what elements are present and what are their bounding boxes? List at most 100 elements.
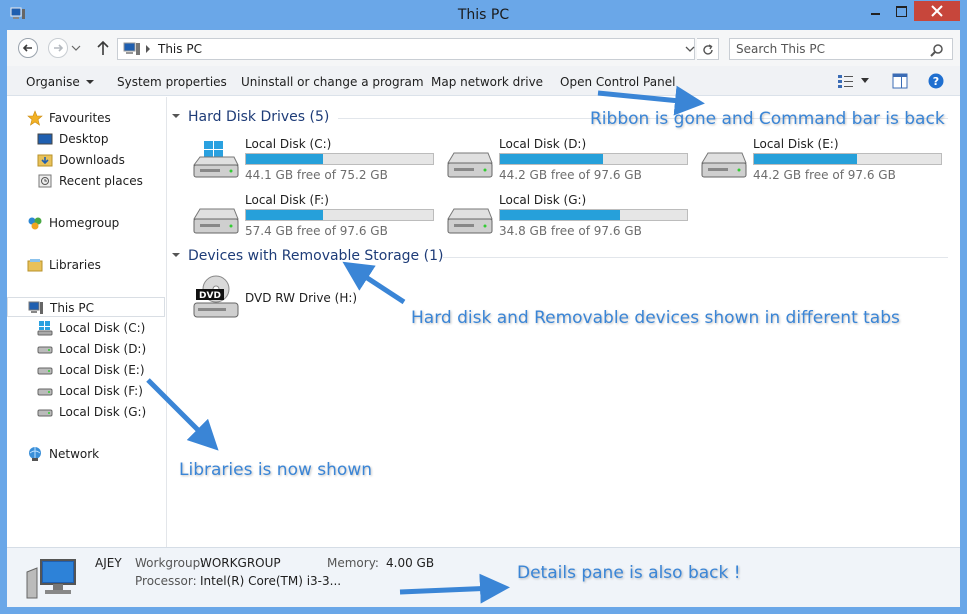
forward-button[interactable]: [48, 38, 68, 58]
forward-arrow-icon: [54, 44, 64, 52]
group-header-removable-storage[interactable]: Devices with Removable Storage (1): [172, 248, 443, 268]
annotation-details: Details pane is also back !: [517, 563, 741, 583]
help-icon[interactable]: ?: [928, 73, 944, 89]
drive-item[interactable]: Local Disk (D:) 44.2 GB free of 97.6 GB: [446, 137, 696, 185]
annotation-libraries: Libraries is now shown: [179, 460, 373, 480]
nav-local-disk-c[interactable]: Local Disk (C:): [7, 318, 165, 338]
title-bar[interactable]: This PC: [0, 0, 967, 30]
drive-free-space: 57.4 GB free of 97.6 GB: [245, 224, 388, 238]
drive-usage-fill: [246, 154, 323, 164]
nav-favourites[interactable]: Favourites: [7, 108, 165, 128]
computer-icon: [123, 42, 140, 55]
drive-usage-fill: [754, 154, 857, 164]
details-pane: AJEY Workgroup: WORKGROUP Memory: 4.00 G…: [7, 547, 960, 607]
workgroup-value: WORKGROUP: [200, 556, 281, 570]
group-divider: [443, 257, 948, 258]
back-arrow-icon: [22, 44, 32, 52]
nav-libraries[interactable]: Libraries: [7, 255, 165, 275]
workgroup-label: Workgroup:: [135, 556, 205, 570]
drive-free-space: 44.2 GB free of 97.6 GB: [499, 168, 642, 182]
collapse-chevron-icon: [172, 114, 180, 118]
drive-item[interactable]: Local Disk (C:) 44.1 GB free of 75.2 GB: [192, 137, 442, 185]
drive-item[interactable]: Local Disk (G:) 34.8 GB free of 97.6 GB: [446, 193, 696, 241]
nav-this-pc[interactable]: This PC: [7, 297, 165, 317]
star-icon: [27, 110, 43, 126]
nav-local-disk-f[interactable]: Local Disk (F:): [7, 381, 165, 401]
drive-item[interactable]: Local Disk (E:) 44.2 GB free of 97.6 GB: [700, 137, 950, 185]
dvd-icon-label: DVD: [199, 291, 221, 301]
drive-usage-fill: [500, 154, 603, 164]
hard-drive-icon: [447, 208, 493, 234]
collapse-chevron-icon: [172, 253, 180, 257]
annotation-ribbon: Ribbon is gone and Command bar is back: [590, 109, 945, 129]
drive-free-space: 44.1 GB free of 75.2 GB: [245, 168, 388, 182]
recent-locations-chevron-down-icon[interactable]: [71, 43, 81, 53]
nav-homegroup[interactable]: Homegroup: [7, 213, 165, 233]
drive-usage-bar: [245, 209, 434, 221]
drive-usage-bar: [499, 209, 688, 221]
command-bar: Organise System properties Uninstall or …: [7, 66, 960, 96]
computer-icon: [26, 559, 76, 599]
minimize-button[interactable]: [862, 1, 888, 21]
refresh-icon: [703, 44, 713, 55]
organise-button[interactable]: Organise: [26, 75, 94, 89]
system-properties-button[interactable]: System properties: [117, 75, 227, 89]
libraries-icon: [27, 259, 43, 272]
drive-name: Local Disk (C:): [245, 137, 332, 151]
maximize-button[interactable]: [888, 1, 914, 21]
uninstall-program-button[interactable]: Uninstall or change a program: [241, 75, 424, 89]
drive-item[interactable]: Local Disk (F:) 57.4 GB free of 97.6 GB: [192, 193, 442, 241]
drive-usage-bar: [245, 153, 434, 165]
drive-free-space: 44.2 GB free of 97.6 GB: [753, 168, 896, 182]
this-pc-icon: [28, 301, 43, 314]
change-view-icon[interactable]: [837, 73, 855, 89]
hard-drive-icon: [37, 367, 53, 375]
map-network-drive-button[interactable]: Map network drive: [431, 75, 543, 89]
search-input[interactable]: [736, 41, 926, 57]
close-icon: [931, 5, 943, 17]
nav-local-disk-e[interactable]: Local Disk (E:): [7, 360, 165, 380]
search-box[interactable]: [729, 38, 953, 60]
processor-label: Processor:: [135, 574, 197, 588]
view-options-chevron-down-icon[interactable]: [861, 78, 869, 84]
organise-chevron-down-icon: [85, 80, 94, 84]
nav-local-disk-g[interactable]: Local Disk (G:): [7, 402, 165, 422]
annotation-tabs: Hard disk and Removable devices shown in…: [411, 308, 900, 328]
address-history-chevron-down-icon[interactable]: [685, 44, 695, 54]
system-drive-icon: [193, 141, 239, 178]
drive-name: Local Disk (G:): [499, 193, 587, 207]
address-bar[interactable]: This PC: [117, 38, 695, 60]
close-button[interactable]: [914, 1, 960, 21]
recent-places-icon: [38, 174, 52, 188]
drive-usage-fill: [500, 210, 620, 220]
back-button[interactable]: [18, 38, 38, 58]
hard-drive-icon: [37, 346, 53, 354]
search-icon[interactable]: [930, 43, 944, 57]
svg-text:?: ?: [933, 75, 939, 88]
nav-desktop[interactable]: Desktop: [7, 129, 165, 149]
up-arrow-icon[interactable]: [96, 40, 110, 56]
homegroup-icon: [28, 217, 42, 230]
group-header-hard-disk-drives[interactable]: Hard Disk Drives (5): [172, 109, 329, 129]
drive-usage-bar: [753, 153, 942, 165]
preview-pane-icon[interactable]: [892, 73, 908, 89]
drive-name: Local Disk (E:): [753, 137, 839, 151]
hard-drive-icon: [193, 208, 239, 234]
drive-usage-bar: [499, 153, 688, 165]
explorer-window: This PC This PC Organise: [0, 0, 967, 614]
nav-downloads[interactable]: Downloads: [7, 150, 165, 170]
memory-label: Memory:: [327, 556, 379, 570]
open-control-panel-button[interactable]: Open Control Panel: [560, 75, 675, 89]
navigation-pane[interactable]: Favourites Desktop Downloads Recent plac…: [7, 97, 167, 547]
nav-local-disk-d[interactable]: Local Disk (D:): [7, 339, 165, 359]
drive-name: Local Disk (D:): [499, 137, 587, 151]
breadcrumb-this-pc[interactable]: This PC: [158, 42, 202, 56]
hard-drive-icon: [37, 409, 53, 417]
drive-item-dvd[interactable]: DVD DVD RW Drive (H:): [192, 275, 442, 339]
downloads-folder-icon: [37, 154, 53, 167]
breadcrumb-separator-icon[interactable]: [146, 45, 150, 53]
drive-usage-fill: [246, 210, 323, 220]
refresh-button[interactable]: [697, 38, 719, 60]
nav-recent-places[interactable]: Recent places: [7, 171, 165, 191]
nav-network[interactable]: Network: [7, 444, 165, 464]
